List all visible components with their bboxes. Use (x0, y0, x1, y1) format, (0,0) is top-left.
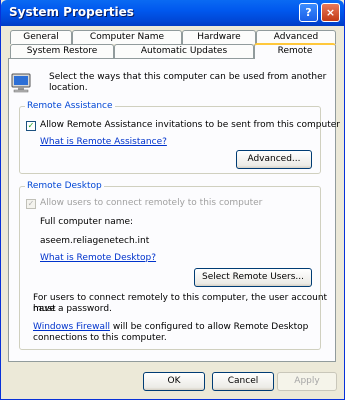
tab-automatic-updates[interactable]: Automatic Updates (114, 44, 254, 58)
computer-icon (11, 73, 31, 93)
system-properties-window: System Properties ? × General Computer N… (0, 0, 345, 400)
tab-general[interactable]: General (10, 30, 72, 44)
tab-advanced[interactable]: Advanced (256, 30, 336, 44)
titlebar[interactable]: System Properties ? × (1, 0, 344, 26)
password-note-line2: have a password. (33, 304, 112, 314)
remote-assistance-group-label: Remote Assistance (25, 101, 115, 111)
intro-text-line2: location. (49, 83, 88, 93)
windows-firewall-link[interactable]: Windows Firewall (33, 322, 110, 332)
what-is-remote-desktop-link[interactable]: What is Remote Desktop? (40, 253, 156, 264)
remote-desktop-checkbox[interactable]: ✓ (26, 199, 36, 209)
cancel-button[interactable]: Cancel (212, 372, 274, 391)
ok-button[interactable]: OK (143, 372, 205, 391)
remote-desktop-group-label: Remote Desktop (25, 181, 104, 191)
help-button[interactable]: ? (299, 3, 318, 22)
remote-desktop-checkbox-label[interactable]: Allow users to connect remotely to this … (40, 198, 262, 209)
remote-assistance-checkbox[interactable]: ✓ (26, 121, 36, 131)
tab-remote[interactable]: Remote (254, 43, 336, 59)
close-button[interactable]: × (321, 3, 340, 22)
remote-assistance-checkbox-label[interactable]: Allow Remote Assistance invitations to b… (40, 120, 340, 131)
tab-computer-name[interactable]: Computer Name (72, 30, 182, 44)
firewall-text: will be configured to allow Remote Deskt… (109, 322, 309, 332)
firewall-text-line1: Windows Firewall will be configured to a… (33, 322, 308, 333)
tab-hardware[interactable]: Hardware (182, 30, 256, 44)
advanced-button[interactable]: Advanced... (236, 150, 312, 169)
intro-text-line1: Select the ways that this computer can b… (49, 72, 327, 82)
firewall-text-line2: connections to this computer. (33, 333, 167, 343)
apply-button[interactable]: Apply (277, 372, 337, 391)
window-title: System Properties (9, 5, 134, 19)
what-is-remote-assistance-link[interactable]: What is Remote Assistance? (40, 137, 167, 148)
select-remote-users-button[interactable]: Select Remote Users... (194, 268, 312, 287)
full-computer-name-label: Full computer name: (40, 217, 134, 227)
full-computer-name-value: aseem.reliagenetech.int (40, 236, 150, 246)
tab-system-restore[interactable]: System Restore (10, 44, 114, 58)
